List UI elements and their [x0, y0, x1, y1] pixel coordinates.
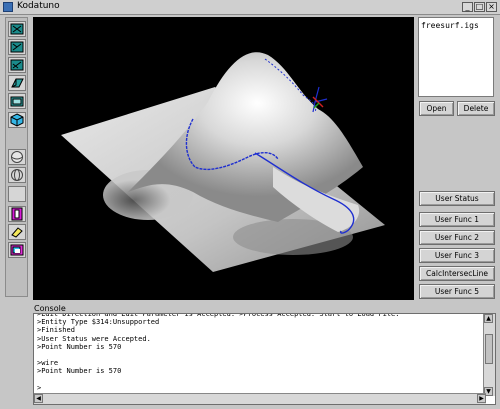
select-icon[interactable] [8, 206, 26, 222]
eraser-icon[interactable] [8, 224, 26, 240]
3d-viewport[interactable] [33, 17, 414, 300]
view-fit-icon[interactable] [8, 93, 26, 109]
surface-render [61, 52, 385, 272]
window-title: Kodatuno [17, 1, 60, 11]
user-func-1-button[interactable]: User Func 1 [419, 212, 495, 227]
close-button[interactable]: × [486, 2, 497, 12]
side-panel: freesurf.igs Open Delete User Status Use… [418, 17, 496, 300]
view-front-icon[interactable] [8, 39, 26, 55]
view-top-icon[interactable] [8, 21, 26, 37]
console-text: >Edit Direction and Edit Parameter is Ac… [37, 313, 400, 392]
scroll-left-icon[interactable]: ◀ [34, 394, 43, 403]
vertical-scrollbar[interactable]: ▲ ▼ [483, 314, 495, 396]
view-side-icon[interactable] [8, 57, 26, 73]
delete-button[interactable]: Delete [457, 101, 495, 116]
view-iso-icon[interactable] [8, 75, 26, 91]
user-status-button[interactable]: User Status [419, 191, 495, 206]
calc-intersec-line-button[interactable]: CalcIntersecLine [419, 266, 495, 281]
list-item[interactable]: freesurf.igs [421, 21, 479, 30]
shade-sphere-icon[interactable] [8, 149, 26, 165]
wire-sphere-icon[interactable] [8, 167, 26, 183]
console-label: Console [34, 304, 66, 313]
horizontal-scrollbar[interactable]: ◀ ▶ [34, 393, 486, 404]
open-button[interactable]: Open [419, 101, 454, 116]
blank-icon[interactable] [8, 186, 26, 202]
app-icon [3, 2, 13, 12]
title-bar: Kodatuno _ □ × [0, 0, 500, 15]
user-func-3-button[interactable]: User Func 3 [419, 248, 495, 263]
minimize-button[interactable]: _ [462, 2, 473, 12]
cube-icon[interactable] [8, 112, 26, 128]
scroll-right-icon[interactable]: ▶ [477, 394, 486, 403]
file-list[interactable]: freesurf.igs [418, 17, 494, 97]
scroll-up-icon[interactable]: ▲ [484, 314, 493, 323]
user-func-5-button[interactable]: User Func 5 [419, 284, 495, 299]
maximize-button[interactable]: □ [474, 2, 485, 12]
user-func-2-button[interactable]: User Func 2 [419, 230, 495, 245]
tool-palette [5, 17, 28, 297]
scroll-thumb[interactable] [485, 334, 493, 364]
color-icon[interactable] [8, 242, 26, 258]
console-output[interactable]: >Edit Direction and Edit Parameter is Ac… [33, 313, 496, 405]
